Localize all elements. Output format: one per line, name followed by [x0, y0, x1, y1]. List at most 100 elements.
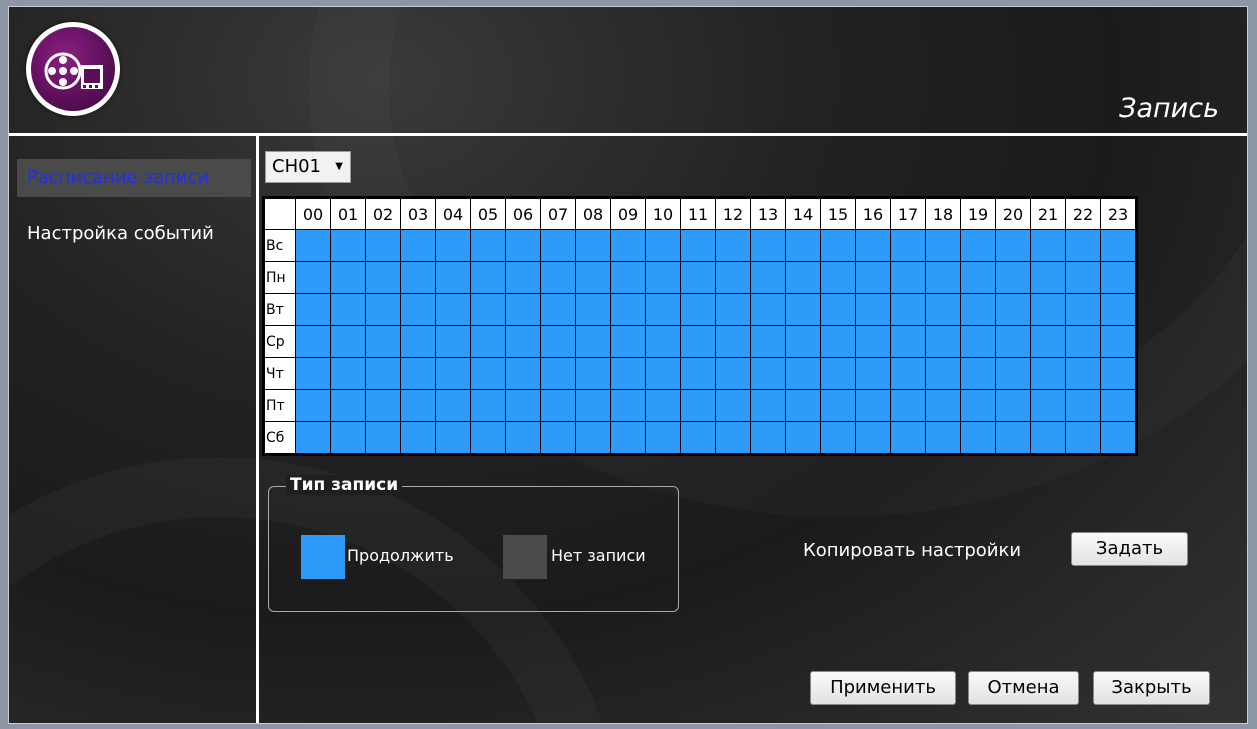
schedule-cell[interactable] — [470, 261, 506, 294]
schedule-cell[interactable] — [295, 421, 331, 455]
schedule-cell[interactable] — [1100, 293, 1137, 326]
schedule-cell[interactable] — [1030, 261, 1066, 294]
schedule-cell[interactable] — [295, 357, 331, 390]
schedule-cell[interactable] — [540, 389, 576, 422]
schedule-cell[interactable] — [505, 357, 541, 390]
apply-button[interactable]: Применить — [810, 671, 956, 705]
schedule-cell[interactable] — [680, 357, 716, 390]
schedule-cell[interactable] — [855, 229, 891, 262]
schedule-cell[interactable] — [435, 421, 471, 455]
schedule-cell[interactable] — [750, 389, 786, 422]
schedule-cell[interactable] — [470, 293, 506, 326]
schedule-cell[interactable] — [365, 357, 401, 390]
schedule-cell[interactable] — [820, 357, 856, 390]
schedule-cell[interactable] — [470, 389, 506, 422]
schedule-cell[interactable] — [295, 389, 331, 422]
schedule-cell[interactable] — [785, 325, 821, 358]
schedule-cell[interactable] — [505, 293, 541, 326]
schedule-cell[interactable] — [470, 421, 506, 455]
schedule-cell[interactable] — [715, 325, 751, 358]
schedule-cell[interactable] — [960, 261, 996, 294]
schedule-cell[interactable] — [960, 293, 996, 326]
schedule-cell[interactable] — [505, 421, 541, 455]
schedule-cell[interactable] — [645, 389, 681, 422]
schedule-cell[interactable] — [575, 325, 611, 358]
schedule-cell[interactable] — [330, 325, 366, 358]
schedule-cell[interactable] — [785, 229, 821, 262]
day-label[interactable]: Чт — [263, 357, 296, 390]
schedule-cell[interactable] — [680, 261, 716, 294]
schedule-cell[interactable] — [750, 325, 786, 358]
schedule-cell[interactable] — [785, 421, 821, 455]
schedule-cell[interactable] — [330, 357, 366, 390]
schedule-cell[interactable] — [575, 229, 611, 262]
schedule-cell[interactable] — [1100, 261, 1137, 294]
schedule-cell[interactable] — [855, 357, 891, 390]
schedule-cell[interactable] — [960, 229, 996, 262]
schedule-cell[interactable] — [890, 229, 926, 262]
schedule-cell[interactable] — [960, 421, 996, 455]
cancel-button[interactable]: Отмена — [968, 671, 1079, 705]
schedule-cell[interactable] — [785, 357, 821, 390]
schedule-cell[interactable] — [645, 325, 681, 358]
hour-header[interactable]: 06 — [505, 197, 541, 230]
schedule-cell[interactable] — [435, 325, 471, 358]
day-label[interactable]: Пн — [263, 261, 296, 294]
sidebar-item-event-settings[interactable]: Настройка событий — [17, 215, 251, 253]
hour-header[interactable]: 07 — [540, 197, 576, 230]
schedule-cell[interactable] — [295, 229, 331, 262]
schedule-cell[interactable] — [365, 421, 401, 455]
schedule-cell[interactable] — [435, 389, 471, 422]
hour-header[interactable]: 21 — [1030, 197, 1066, 230]
schedule-cell[interactable] — [680, 421, 716, 455]
schedule-cell[interactable] — [995, 261, 1031, 294]
schedule-cell[interactable] — [750, 357, 786, 390]
schedule-cell[interactable] — [1030, 421, 1066, 455]
schedule-cell[interactable] — [855, 421, 891, 455]
hour-header[interactable]: 01 — [330, 197, 366, 230]
schedule-cell[interactable] — [995, 325, 1031, 358]
set-button[interactable]: Задать — [1071, 532, 1188, 566]
schedule-cell[interactable] — [505, 229, 541, 262]
schedule-cell[interactable] — [925, 229, 961, 262]
schedule-cell[interactable] — [785, 261, 821, 294]
schedule-cell[interactable] — [750, 421, 786, 455]
no-record-swatch[interactable] — [503, 535, 547, 579]
schedule-cell[interactable] — [785, 389, 821, 422]
schedule-cell[interactable] — [750, 229, 786, 262]
schedule-cell[interactable] — [1065, 357, 1101, 390]
schedule-cell[interactable] — [330, 293, 366, 326]
hour-header[interactable]: 19 — [960, 197, 996, 230]
hour-header[interactable]: 16 — [855, 197, 891, 230]
schedule-cell[interactable] — [610, 421, 646, 455]
hour-header[interactable]: 09 — [610, 197, 646, 230]
schedule-cell[interactable] — [400, 293, 436, 326]
schedule-cell[interactable] — [610, 261, 646, 294]
schedule-cell[interactable] — [820, 293, 856, 326]
schedule-cell[interactable] — [505, 325, 541, 358]
schedule-cell[interactable] — [1030, 389, 1066, 422]
schedule-cell[interactable] — [995, 421, 1031, 455]
schedule-cell[interactable] — [575, 293, 611, 326]
schedule-cell[interactable] — [890, 261, 926, 294]
schedule-cell[interactable] — [575, 421, 611, 455]
channel-select[interactable]: CH01 ▼ — [265, 151, 351, 183]
schedule-cell[interactable] — [1065, 293, 1101, 326]
schedule-cell[interactable] — [645, 293, 681, 326]
schedule-cell[interactable] — [645, 261, 681, 294]
schedule-cell[interactable] — [610, 389, 646, 422]
schedule-cell[interactable] — [330, 421, 366, 455]
schedule-cell[interactable] — [925, 261, 961, 294]
schedule-cell[interactable] — [820, 325, 856, 358]
schedule-cell[interactable] — [575, 389, 611, 422]
hour-header[interactable]: 11 — [680, 197, 716, 230]
schedule-cell[interactable] — [995, 389, 1031, 422]
schedule-cell[interactable] — [680, 389, 716, 422]
schedule-cell[interactable] — [1030, 357, 1066, 390]
schedule-cell[interactable] — [365, 325, 401, 358]
schedule-cell[interactable] — [400, 325, 436, 358]
schedule-cell[interactable] — [435, 293, 471, 326]
schedule-cell[interactable] — [400, 261, 436, 294]
schedule-cell[interactable] — [680, 325, 716, 358]
schedule-cell[interactable] — [505, 389, 541, 422]
